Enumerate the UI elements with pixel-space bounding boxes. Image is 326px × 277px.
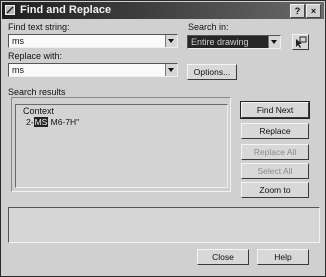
search-in-value: Entire drawing [191, 37, 249, 47]
find-text-label: Find text string: [8, 22, 70, 32]
close-button[interactable]: Close [197, 249, 249, 265]
title-bar[interactable]: Find and Replace ? × [2, 2, 324, 19]
result-suffix: M6-7H" [48, 117, 80, 127]
options-button[interactable]: Options... [187, 64, 237, 80]
replace-all-button[interactable]: Replace All [241, 144, 309, 160]
chevron-down-icon[interactable] [165, 64, 177, 76]
status-area [8, 207, 320, 243]
close-title-button[interactable]: × [306, 4, 321, 18]
search-in-label: Search in: [188, 22, 229, 32]
find-text-value: ms [12, 36, 24, 46]
replace-with-value: ms [12, 65, 24, 75]
help-title-button[interactable]: ? [290, 4, 305, 18]
result-match: MS [33, 117, 49, 127]
find-replace-dialog: Find and Replace ? × Find text string: m… [0, 0, 326, 277]
chevron-down-icon[interactable] [268, 36, 280, 48]
context-column-header[interactable]: Context [23, 106, 54, 116]
chevron-down-icon[interactable] [165, 35, 177, 47]
select-objects-button[interactable] [292, 34, 309, 50]
find-text-combo[interactable]: ms [8, 34, 178, 48]
window-title: Find and Replace [20, 4, 112, 16]
replace-button[interactable]: Replace [241, 123, 309, 139]
replace-with-combo[interactable]: ms [8, 63, 178, 77]
search-results-label: Search results [8, 87, 66, 97]
select-all-button[interactable]: Select All [241, 163, 309, 179]
help-button[interactable]: Help [257, 249, 309, 265]
find-next-button[interactable]: Find Next [240, 101, 310, 119]
zoom-to-button[interactable]: Zoom to [241, 182, 309, 198]
list-item[interactable]: 2-MS M6-7H" [26, 117, 79, 127]
replace-with-label: Replace with: [8, 51, 63, 61]
result-prefix: 2- [26, 117, 34, 127]
search-in-select[interactable]: Entire drawing [187, 35, 281, 49]
search-results-list[interactable]: Context 2-MS M6-7H" [15, 104, 228, 188]
select-objects-icon [296, 36, 307, 48]
app-icon [5, 5, 15, 15]
